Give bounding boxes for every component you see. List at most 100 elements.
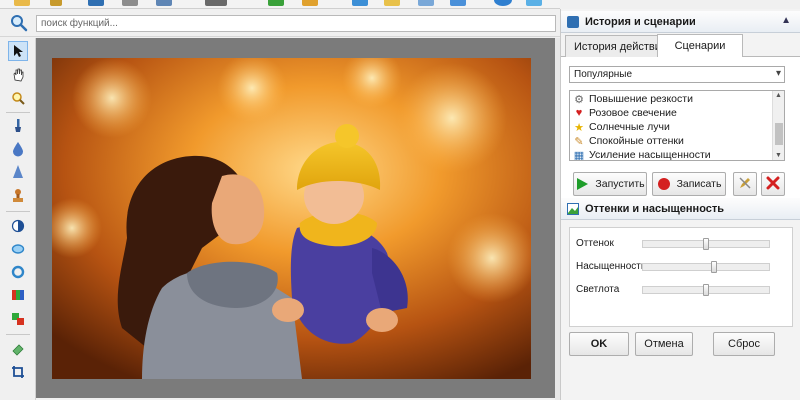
ring-tool[interactable] bbox=[8, 262, 28, 282]
hue-slider[interactable] bbox=[642, 238, 770, 250]
scroll-up-icon[interactable]: ▲ bbox=[775, 92, 782, 99]
reset-button[interactable]: Сброс bbox=[713, 332, 775, 356]
slider-row: Светлота bbox=[576, 283, 788, 297]
chevron-down-icon: ▾ bbox=[775, 68, 781, 79]
select-value: Популярные bbox=[574, 69, 633, 80]
list-item[interactable]: ▦ Усиление насыщенности bbox=[573, 148, 711, 161]
hue-saturation-body: Оттенок Насыщенность Светлота bbox=[569, 227, 793, 327]
right-panel: История и сценарии ▲ История действий Сц… bbox=[560, 9, 800, 400]
ring-icon bbox=[11, 265, 25, 279]
run-button-label: Запустить bbox=[595, 178, 645, 190]
scroll-thumb[interactable] bbox=[775, 123, 783, 145]
lens-tool[interactable] bbox=[8, 239, 28, 259]
collapse-icon[interactable]: ▲ bbox=[781, 15, 791, 26]
layers-icon[interactable] bbox=[450, 0, 466, 6]
blur-tool[interactable] bbox=[8, 139, 28, 159]
slider-label: Оттенок bbox=[576, 238, 614, 249]
slider-row: Оттенок bbox=[576, 237, 788, 251]
edit-scenario-button[interactable] bbox=[733, 172, 757, 196]
list-item[interactable]: ⚙ Повышение резкости bbox=[573, 92, 693, 106]
drop-icon bbox=[13, 142, 23, 157]
brush-icon bbox=[15, 119, 21, 132]
list-item-label: Спокойные оттенки bbox=[589, 135, 684, 147]
effects-icon[interactable] bbox=[268, 0, 284, 6]
levels-tool[interactable] bbox=[8, 285, 28, 305]
save-icon[interactable] bbox=[88, 0, 104, 6]
list-item-label: Розовое свечение bbox=[589, 107, 677, 119]
layers-icon[interactable] bbox=[352, 0, 368, 6]
list-item-label: Солнечные лучи bbox=[589, 121, 670, 133]
list-item[interactable]: ♥ Розовое свечение bbox=[573, 106, 677, 120]
adjust-panel-header[interactable]: Оттенки и насыщенность bbox=[561, 198, 800, 220]
eraser-icon bbox=[12, 344, 24, 356]
tab-scenarios[interactable]: Сценарии bbox=[657, 34, 743, 57]
print-icon[interactable] bbox=[156, 0, 172, 6]
edit-icon bbox=[738, 176, 752, 193]
slider-knob[interactable] bbox=[703, 284, 709, 296]
slider-row: Насыщенность bbox=[576, 260, 788, 274]
slider-label: Насыщенность bbox=[576, 261, 647, 272]
pointer-icon bbox=[14, 45, 23, 57]
stamp-icon bbox=[13, 189, 23, 202]
hand-tool[interactable] bbox=[8, 65, 28, 85]
history-tabs: История действий Сценарии bbox=[561, 33, 800, 57]
brush-tool[interactable] bbox=[8, 116, 28, 136]
history-panel-title: История и сценарии bbox=[585, 16, 696, 28]
scenarios-body: Популярные ▾ ⚙ Повышение резкости ♥ Розо… bbox=[561, 57, 800, 207]
slider-knob[interactable] bbox=[703, 238, 709, 250]
slider-knob[interactable] bbox=[711, 261, 717, 273]
save-icon[interactable] bbox=[50, 0, 62, 6]
cancel-button[interactable]: Отмена bbox=[635, 332, 693, 356]
sharpen-tool[interactable] bbox=[8, 162, 28, 182]
effects-icon[interactable] bbox=[302, 0, 318, 6]
cube-icon[interactable] bbox=[526, 0, 542, 6]
contrast-icon bbox=[11, 219, 25, 233]
list-item[interactable]: ★ Солнечные лучи bbox=[573, 120, 670, 134]
list-item-label: Повышение резкости bbox=[589, 93, 693, 105]
help-icon[interactable] bbox=[494, 0, 512, 6]
open-icon[interactable] bbox=[14, 0, 30, 6]
search-input[interactable] bbox=[36, 15, 556, 32]
record-button-label: Записать bbox=[676, 178, 722, 190]
play-icon bbox=[575, 177, 589, 191]
record-icon bbox=[657, 177, 671, 191]
record-button[interactable]: Записать bbox=[652, 172, 726, 196]
ok-button[interactable]: OK bbox=[569, 332, 629, 356]
adjust-panel-title: Оттенки и насыщенность bbox=[585, 203, 725, 215]
photo-illustration bbox=[52, 58, 531, 379]
list-item[interactable]: ✎ Спокойные оттенки bbox=[573, 134, 684, 148]
crop-tool[interactable] bbox=[8, 362, 28, 382]
image-icon bbox=[567, 203, 579, 215]
cone-icon bbox=[13, 165, 23, 178]
scenario-category-select[interactable]: Популярные ▾ bbox=[569, 66, 785, 83]
zoom-icon bbox=[12, 92, 25, 105]
pointer-tool[interactable] bbox=[8, 41, 28, 61]
lens-icon bbox=[11, 244, 25, 254]
run-button[interactable]: Запустить bbox=[573, 172, 647, 196]
scenario-list[interactable]: ⚙ Повышение резкости ♥ Розовое свечение … bbox=[569, 90, 785, 161]
magnifier-icon[interactable] bbox=[10, 14, 28, 32]
scroll-down-icon[interactable]: ▼ bbox=[775, 152, 782, 159]
zoom-tool[interactable] bbox=[8, 88, 28, 108]
layers-icon[interactable] bbox=[384, 0, 400, 6]
lightness-slider[interactable] bbox=[642, 284, 770, 296]
stamp-tool[interactable] bbox=[8, 186, 28, 206]
image-canvas[interactable] bbox=[36, 38, 555, 398]
slider-label: Светлота bbox=[576, 284, 620, 295]
search-row bbox=[0, 9, 560, 37]
color-chart-icon: ▦ bbox=[573, 149, 585, 161]
saturation-slider[interactable] bbox=[642, 261, 770, 273]
color-swap-tool[interactable] bbox=[8, 309, 28, 329]
panel-icon bbox=[567, 16, 579, 28]
print-icon[interactable] bbox=[122, 0, 138, 6]
layers-icon[interactable] bbox=[418, 0, 434, 6]
tools-icon[interactable] bbox=[205, 0, 227, 6]
delete-scenario-button[interactable] bbox=[761, 172, 785, 196]
tool-separator bbox=[6, 211, 30, 212]
contrast-tool[interactable] bbox=[8, 216, 28, 236]
delete-icon bbox=[766, 176, 780, 193]
history-panel-header[interactable]: История и сценарии ▲ bbox=[561, 11, 800, 33]
eraser-tool[interactable] bbox=[8, 339, 28, 359]
heart-icon: ♥ bbox=[575, 107, 583, 119]
list-scrollbar[interactable]: ▲ ▼ bbox=[772, 91, 784, 160]
